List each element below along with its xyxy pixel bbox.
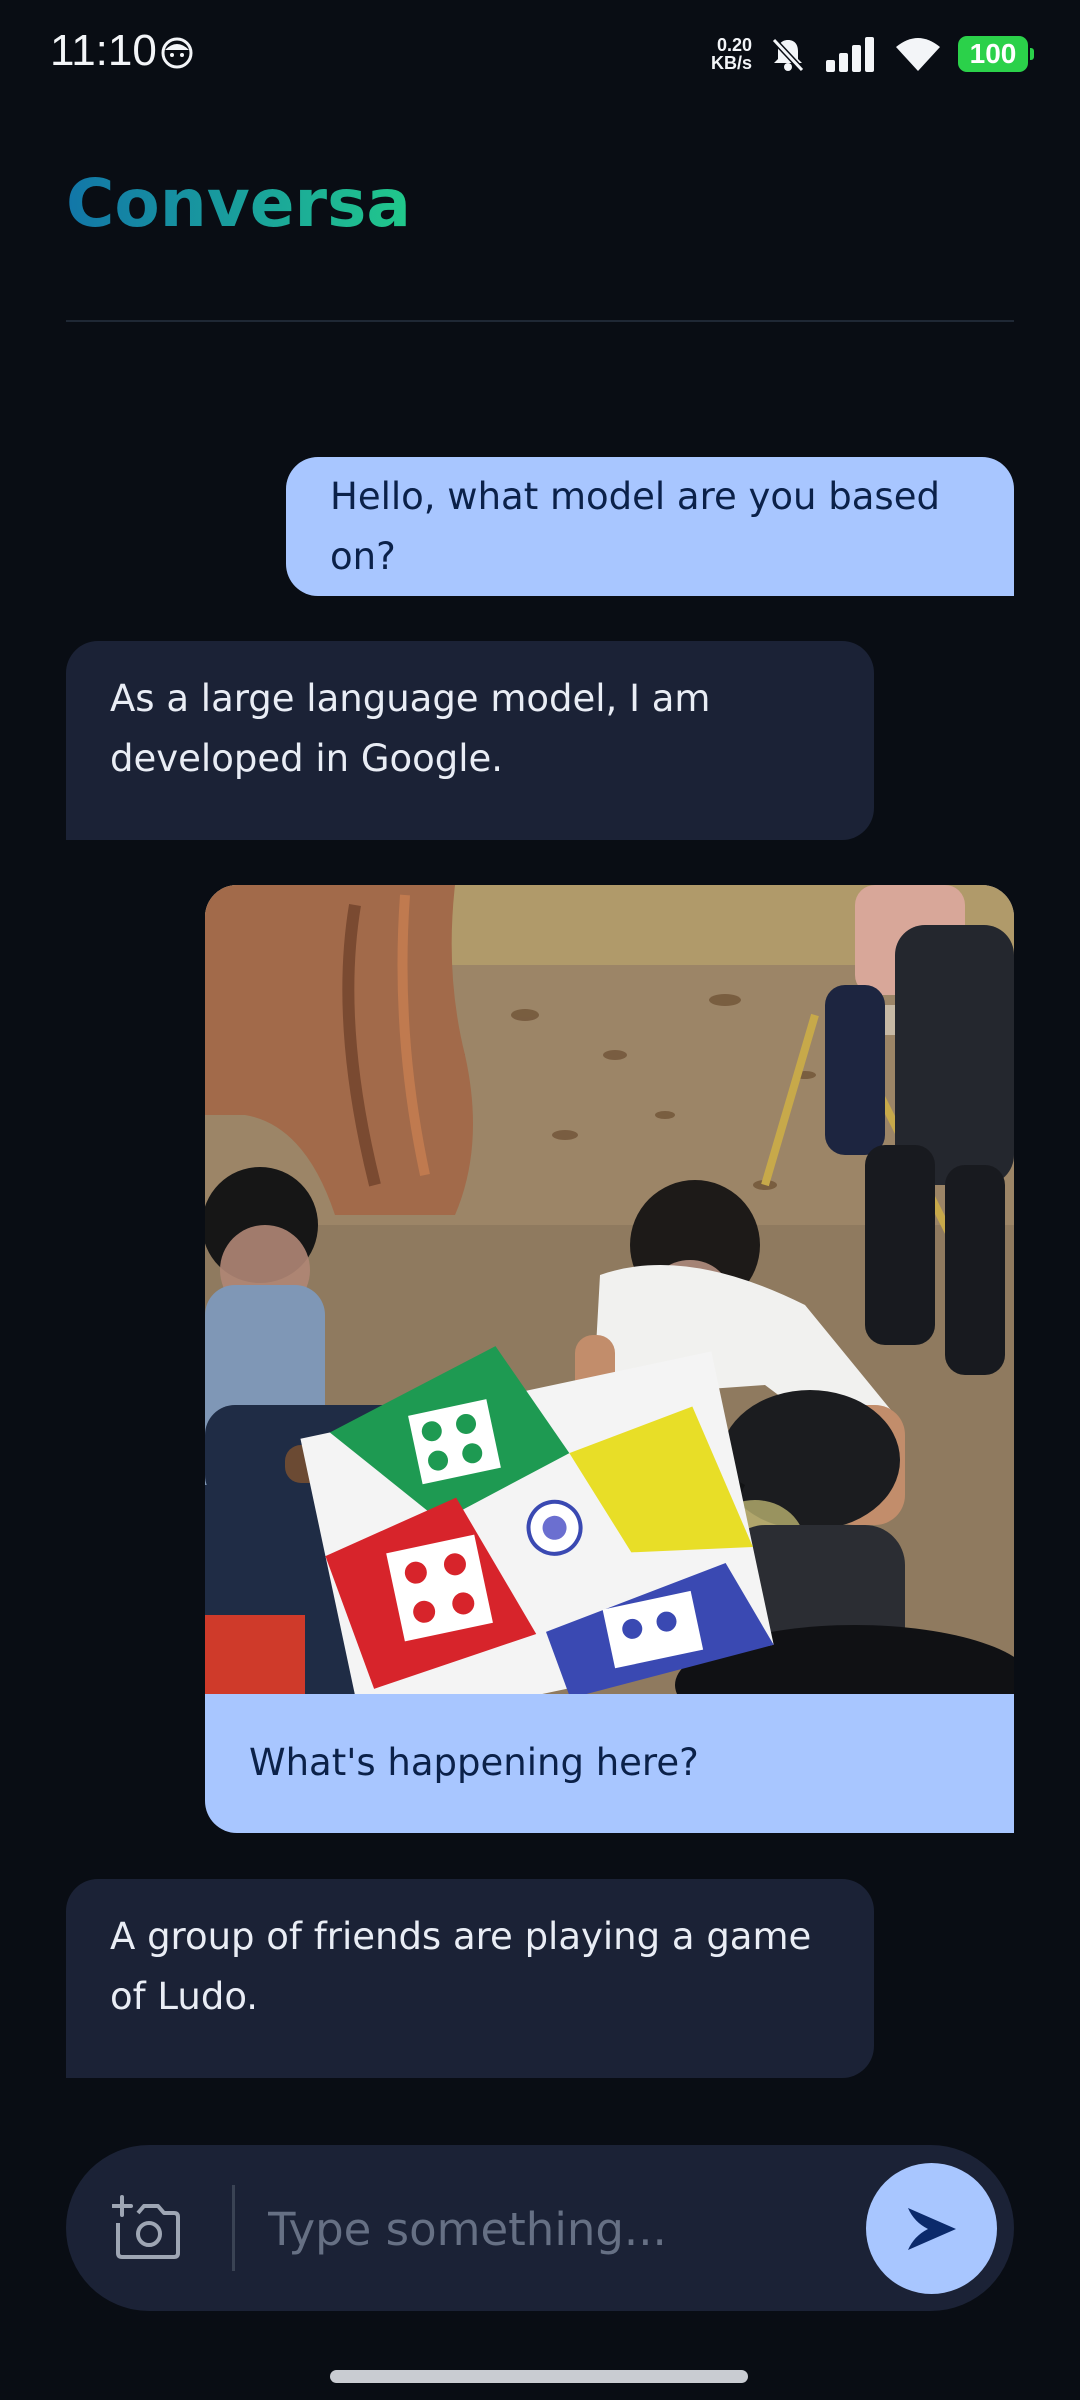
message-input-bar (66, 2145, 1014, 2311)
network-speed-value: 0.20 (716, 35, 752, 55)
status-icons: 0.20 KB/s 100 (711, 30, 1034, 78)
signal-icon (826, 37, 874, 72)
status-bar: 11:10 0.20 KB/s 100 (0, 0, 1080, 110)
input-divider (232, 2185, 235, 2271)
message-text: As a large language model, I am develope… (110, 677, 711, 780)
send-button[interactable] (866, 2163, 997, 2294)
assistant-message: A group of friends are playing a game of… (66, 1879, 874, 2078)
chat-screen: 11:10 0.20 KB/s 100 Conversa Hello, what… (0, 0, 1080, 2400)
user-image-message: What's happening here? (205, 885, 1014, 1833)
battery-icon: 100 (958, 36, 1034, 72)
header-divider (66, 320, 1014, 322)
battery-level: 100 (969, 38, 1017, 69)
ludo-board-game-photo[interactable] (205, 885, 1014, 1694)
user-message: Hello, what model are you based on? (286, 457, 1014, 596)
mute-icon (771, 37, 805, 73)
message-text-input[interactable] (266, 2188, 890, 2270)
assistant-message: As a large language model, I am develope… (66, 641, 874, 840)
status-time: 11:10 (50, 26, 157, 75)
network-speed: 0.20 KB/s (711, 36, 752, 72)
network-speed-unit: KB/s (710, 53, 752, 73)
send-icon (907, 2207, 956, 2250)
app-title: Conversa (66, 165, 411, 242)
message-text: A group of friends are playing a game of… (110, 1915, 812, 2018)
home-indicator[interactable] (330, 2370, 748, 2383)
message-text: Hello, what model are you based on? (330, 474, 940, 578)
face-notification-icon (161, 37, 193, 69)
add-photo-camera-icon[interactable] (112, 2193, 182, 2263)
wifi-icon (896, 38, 940, 71)
message-text: What's happening here? (249, 1741, 699, 1784)
